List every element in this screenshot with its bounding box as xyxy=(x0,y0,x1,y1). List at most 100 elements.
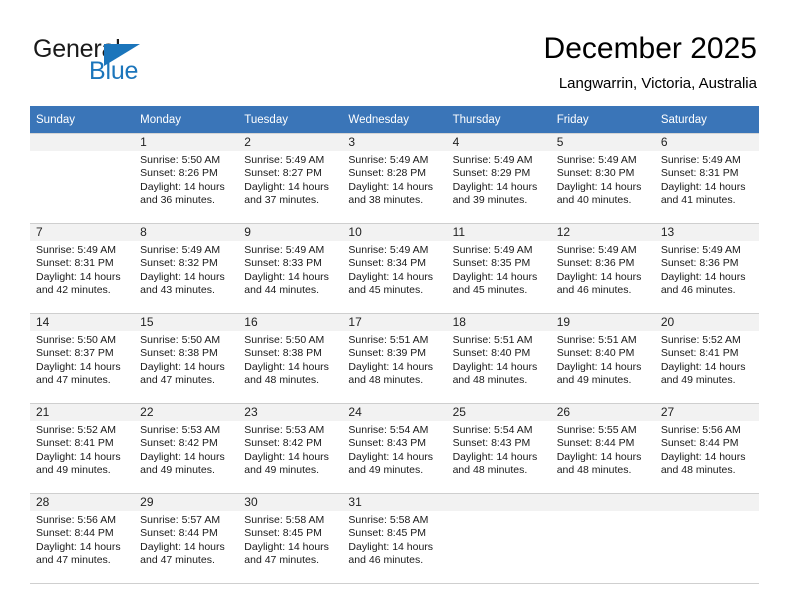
daylight-duration-line2: and 36 minutes. xyxy=(140,194,215,207)
day-number xyxy=(30,134,135,151)
day-cell-inner xyxy=(654,494,759,583)
day-cell-details: Sunrise: 5:57 AM Sunset: 8:44 PM Daylight:… xyxy=(134,511,238,568)
calendar-day-cell[interactable]: 20 Sunrise: 5:52 AM Sunset: 8:41 PM Dayligh… xyxy=(654,313,759,404)
sunrise-time: Sunrise: 5:50 AM xyxy=(244,334,325,346)
calendar-day-cell[interactable]: 18 Sunrise: 5:51 AM Sunset: 8:40 PM Dayligh… xyxy=(446,313,551,404)
calendar-day-cell[interactable]: 6 Sunrise: 5:49 AM Sunset: 8:31 PM Daylight… xyxy=(654,133,759,224)
calendar-day-cell[interactable]: 4 Sunrise: 5:49 AM Sunset: 8:29 PM Daylight… xyxy=(446,133,551,224)
daylight-duration-line2: and 48 minutes. xyxy=(452,464,528,477)
calendar-day-cell[interactable]: 1 Sunrise: 5:50 AM Sunset: 8:26 PM Daylight… xyxy=(134,133,239,224)
sunrise-time: Sunrise: 5:58 AM xyxy=(244,514,325,526)
sunrise-time: Sunrise: 5:53 AM xyxy=(140,424,221,436)
weekday-header-monday: Monday xyxy=(134,106,239,134)
day-cell-details: Sunrise: 5:58 AM Sunset: 8:45 PM Daylight:… xyxy=(342,511,446,568)
sunset-time: Sunset: 8:36 PM xyxy=(660,257,739,270)
calendar-day-cell[interactable]: 23 Sunrise: 5:53 AM Sunset: 8:42 PM Dayligh… xyxy=(238,403,343,494)
day-number: 25 xyxy=(446,404,551,421)
daylight-duration-line1: Daylight: 14 hours xyxy=(348,180,434,193)
page-header: General Blue December 2025 Langwarrin, V… xyxy=(0,0,792,105)
sunrise-time: Sunrise: 5:49 AM xyxy=(140,244,221,256)
daylight-duration-line2: and 48 minutes. xyxy=(556,464,632,477)
calendar-page: General Blue December 2025 Langwarrin, V… xyxy=(0,0,792,612)
sunrise-time: Sunrise: 5:54 AM xyxy=(348,424,429,436)
calendar-day-cell[interactable]: 29 Sunrise: 5:57 AM Sunset: 8:44 PM Dayligh… xyxy=(134,493,239,584)
day-cell-inner xyxy=(446,494,551,583)
sunset-time: Sunset: 8:45 PM xyxy=(244,527,322,540)
calendar-day-cell-empty xyxy=(446,493,551,584)
calendar-day-cell[interactable]: 8 Sunrise: 5:49 AM Sunset: 8:32 PM Daylight… xyxy=(134,223,239,314)
sunset-time: Sunset: 8:40 PM xyxy=(556,347,635,360)
day-number xyxy=(654,494,759,511)
day-cell-inner: 11 Sunrise: 5:49 AM Sunset: 8:35 PM Dayligh… xyxy=(446,224,551,313)
day-cell-inner: 15 Sunrise: 5:50 AM Sunset: 8:38 PM Dayligh… xyxy=(134,314,239,403)
calendar-day-cell[interactable]: 15 Sunrise: 5:50 AM Sunset: 8:38 PM Dayligh… xyxy=(134,313,239,404)
daylight-duration-line2: and 48 minutes. xyxy=(452,374,528,387)
day-cell-inner: 23 Sunrise: 5:53 AM Sunset: 8:42 PM Dayligh… xyxy=(238,404,343,493)
day-cell-details: Sunrise: 5:54 AM Sunset: 8:43 PM Daylight:… xyxy=(342,421,446,478)
calendar-day-cell[interactable]: 14 Sunrise: 5:50 AM Sunset: 8:37 PM Dayligh… xyxy=(30,313,135,404)
calendar-day-cell[interactable]: 26 Sunrise: 5:55 AM Sunset: 8:44 PM Dayligh… xyxy=(550,403,655,494)
calendar-day-cell[interactable]: 5 Sunrise: 5:49 AM Sunset: 8:30 PM Daylight… xyxy=(550,133,655,224)
calendar-header-row: Sunday Monday Tuesday Wednesday Thursday… xyxy=(30,106,759,134)
calendar-day-cell[interactable]: 27 Sunrise: 5:56 AM Sunset: 8:44 PM Dayligh… xyxy=(654,403,759,494)
daylight-duration-line2: and 40 minutes. xyxy=(556,194,632,207)
daylight-duration-line1: Daylight: 14 hours xyxy=(244,270,329,283)
sunset-time: Sunset: 8:35 PM xyxy=(452,257,531,270)
logo-text-blue: Blue xyxy=(89,57,139,85)
sunset-time: Sunset: 8:41 PM xyxy=(660,347,739,360)
calendar-day-cell[interactable]: 9 Sunrise: 5:49 AM Sunset: 8:33 PM Daylight… xyxy=(238,223,343,314)
calendar-day-cell[interactable]: 31 Sunrise: 5:58 AM Sunset: 8:45 PM Dayligh… xyxy=(342,493,447,584)
day-number: 16 xyxy=(238,314,343,331)
calendar-day-cell[interactable]: 11 Sunrise: 5:49 AM Sunset: 8:35 PM Dayligh… xyxy=(446,223,551,314)
calendar-day-cell[interactable]: 16 Sunrise: 5:50 AM Sunset: 8:38 PM Dayligh… xyxy=(238,313,343,404)
calendar-day-cell[interactable]: 2 Sunrise: 5:49 AM Sunset: 8:27 PM Daylight… xyxy=(238,133,343,224)
day-cell-details: Sunrise: 5:49 AM Sunset: 8:35 PM Daylight:… xyxy=(447,241,551,298)
day-cell-details: Sunrise: 5:49 AM Sunset: 8:36 PM Daylight:… xyxy=(655,241,759,298)
day-cell-inner: 14 Sunrise: 5:50 AM Sunset: 8:37 PM Dayligh… xyxy=(30,314,135,403)
calendar-day-cell[interactable]: 13 Sunrise: 5:49 AM Sunset: 8:36 PM Dayligh… xyxy=(654,223,759,314)
day-number: 12 xyxy=(550,224,655,241)
day-cell-inner: 4 Sunrise: 5:49 AM Sunset: 8:29 PM Daylight… xyxy=(446,134,551,223)
daylight-duration-line1: Daylight: 14 hours xyxy=(36,360,121,373)
calendar-day-cell[interactable]: 10 Sunrise: 5:49 AM Sunset: 8:34 PM Dayligh… xyxy=(342,223,447,314)
day-number: 22 xyxy=(134,404,239,421)
sunset-time: Sunset: 8:33 PM xyxy=(244,257,322,270)
calendar-week-row: 14 Sunrise: 5:50 AM Sunset: 8:37 PM Dayligh… xyxy=(30,313,759,404)
sunset-time: Sunset: 8:40 PM xyxy=(452,347,531,360)
day-cell-inner: 26 Sunrise: 5:55 AM Sunset: 8:44 PM Dayligh… xyxy=(550,404,655,493)
day-cell-details: Sunrise: 5:58 AM Sunset: 8:45 PM Daylight:… xyxy=(238,511,342,568)
general-blue-logo[interactable]: General Blue xyxy=(33,36,243,86)
daylight-duration-line2: and 45 minutes. xyxy=(452,284,528,297)
day-number: 30 xyxy=(238,494,343,511)
day-cell-inner: 31 Sunrise: 5:58 AM Sunset: 8:45 PM Dayligh… xyxy=(342,494,447,583)
calendar-day-cell[interactable]: 22 Sunrise: 5:53 AM Sunset: 8:42 PM Dayligh… xyxy=(134,403,239,494)
day-number: 29 xyxy=(134,494,239,511)
daylight-duration-line1: Daylight: 14 hours xyxy=(660,450,746,463)
day-cell-details: Sunrise: 5:50 AM Sunset: 8:37 PM Daylight:… xyxy=(30,331,134,388)
calendar-day-cell[interactable]: 19 Sunrise: 5:51 AM Sunset: 8:40 PM Dayligh… xyxy=(550,313,655,404)
daylight-duration-line1: Daylight: 14 hours xyxy=(140,270,225,283)
sunrise-time: Sunrise: 5:52 AM xyxy=(36,424,116,436)
day-cell-inner: 22 Sunrise: 5:53 AM Sunset: 8:42 PM Dayligh… xyxy=(134,404,239,493)
day-cell-inner: 21 Sunrise: 5:52 AM Sunset: 8:41 PM Dayligh… xyxy=(30,404,135,493)
sunset-time: Sunset: 8:42 PM xyxy=(244,437,322,450)
sunrise-sunset-calendar: Sunday Monday Tuesday Wednesday Thursday… xyxy=(30,106,759,584)
calendar-day-cell[interactable]: 12 Sunrise: 5:49 AM Sunset: 8:36 PM Dayligh… xyxy=(550,223,655,314)
calendar-day-cell[interactable]: 30 Sunrise: 5:58 AM Sunset: 8:45 PM Dayligh… xyxy=(238,493,343,584)
calendar-day-cell[interactable]: 25 Sunrise: 5:54 AM Sunset: 8:43 PM Dayligh… xyxy=(446,403,551,494)
weekday-header-wednesday: Wednesday xyxy=(342,106,447,134)
calendar-day-cell[interactable]: 24 Sunrise: 5:54 AM Sunset: 8:43 PM Dayligh… xyxy=(342,403,447,494)
daylight-duration-line2: and 46 minutes. xyxy=(348,554,424,567)
calendar-day-cell[interactable]: 28 Sunrise: 5:56 AM Sunset: 8:44 PM Dayligh… xyxy=(30,493,135,584)
day-cell-details: Sunrise: 5:51 AM Sunset: 8:39 PM Daylight:… xyxy=(342,331,446,388)
daylight-duration-line2: and 47 minutes. xyxy=(36,374,111,387)
calendar-day-cell[interactable]: 17 Sunrise: 5:51 AM Sunset: 8:39 PM Dayligh… xyxy=(342,313,447,404)
daylight-duration-line1: Daylight: 14 hours xyxy=(140,360,225,373)
calendar-day-cell[interactable]: 3 Sunrise: 5:49 AM Sunset: 8:28 PM Daylight… xyxy=(342,133,447,224)
day-number: 7 xyxy=(30,224,135,241)
daylight-duration-line1: Daylight: 14 hours xyxy=(660,270,746,283)
calendar-day-cell[interactable]: 7 Sunrise: 5:49 AM Sunset: 8:31 PM Daylight… xyxy=(30,223,135,314)
daylight-duration-line2: and 47 minutes. xyxy=(140,554,215,567)
daylight-duration-line2: and 48 minutes. xyxy=(348,374,424,387)
calendar-day-cell[interactable]: 21 Sunrise: 5:52 AM Sunset: 8:41 PM Dayligh… xyxy=(30,403,135,494)
